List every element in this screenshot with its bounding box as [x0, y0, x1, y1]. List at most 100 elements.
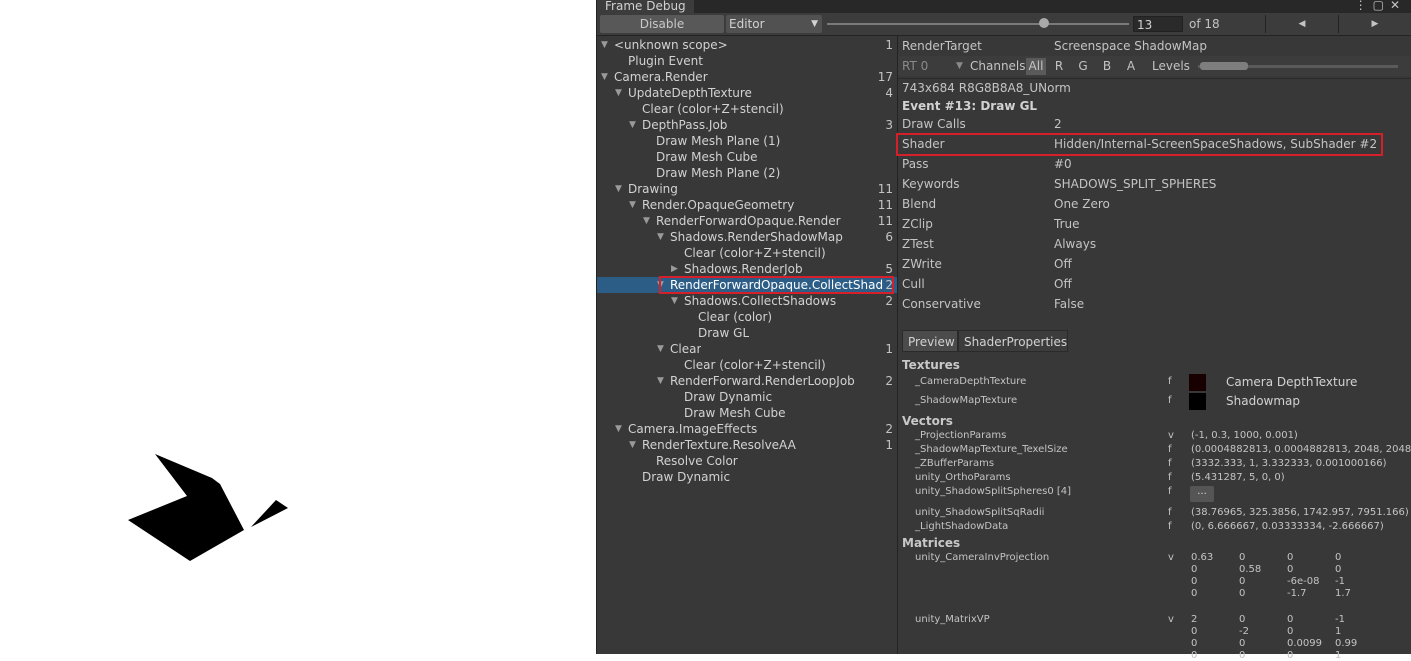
matrix-cell: 0: [1287, 626, 1294, 637]
tree-row[interactable]: Draw Dynamic: [597, 469, 897, 485]
matrices-section-title: Matrices: [902, 536, 961, 550]
tree-row[interactable]: Clear (color+Z+stencil): [597, 101, 897, 117]
tree-row[interactable]: ▼ Shadows.CollectShadows 2: [597, 293, 897, 309]
property-key: Conservative: [902, 297, 981, 311]
tree-row[interactable]: ▼ RenderTexture.ResolveAA 1: [597, 437, 897, 453]
triangle-down-icon[interactable]: ▼: [657, 373, 667, 389]
prev-frame-button[interactable]: ◀: [1265, 15, 1338, 33]
tree-row[interactable]: Draw Dynamic: [597, 389, 897, 405]
tree-row[interactable]: ▶ Shadows.RenderJob 5: [597, 261, 897, 277]
tree-row[interactable]: ▼ Camera.Render 17: [597, 69, 897, 85]
property-value: SHADOWS_SPLIT_SPHERES: [1054, 177, 1217, 191]
tree-row[interactable]: ▼ DepthPass.Job 3: [597, 117, 897, 133]
triangle-down-icon[interactable]: ▼: [671, 293, 681, 309]
target-dropdown[interactable]: Editor ▼: [726, 15, 822, 33]
triangle-down-icon[interactable]: ▼: [601, 37, 611, 53]
tree-row[interactable]: Draw Mesh Cube: [597, 149, 897, 165]
tree-row[interactable]: ▼ RenderForwardOpaque.Render 11: [597, 213, 897, 229]
tree-row-label: Draw Dynamic: [642, 470, 731, 484]
tree-row[interactable]: Clear (color+Z+stencil): [597, 245, 897, 261]
vector-type: f: [1168, 458, 1172, 469]
matrix-cell: -1: [1335, 576, 1345, 587]
tree-row[interactable]: ▼ Render.OpaqueGeometry 11: [597, 197, 897, 213]
tab-preview[interactable]: Preview: [902, 330, 958, 352]
triangle-down-icon[interactable]: ▼: [615, 181, 625, 197]
texture-thumbnail[interactable]: [1189, 393, 1206, 410]
vector-value: (0, 6.666667, 0.03333334, -2.666667): [1191, 521, 1384, 532]
frame-slider-thumb[interactable]: [1039, 18, 1050, 28]
tree-row[interactable]: ▼ Shadows.RenderShadowMap 6: [597, 229, 897, 245]
tree-row[interactable]: ▼ Camera.ImageEffects 2: [597, 421, 897, 437]
vector-name: unity_ShadowSplitSqRadii: [915, 507, 1045, 518]
tree-row-count: 2: [885, 374, 893, 388]
triangle-down-icon[interactable]: ▼: [657, 341, 667, 357]
tree-row[interactable]: Resolve Color: [597, 453, 897, 469]
maximize-icon[interactable]: ▢: [1373, 0, 1390, 12]
triangle-right-icon[interactable]: ▶: [671, 261, 681, 277]
triangle-down-icon[interactable]: ▼: [629, 437, 639, 453]
channel-g[interactable]: G: [1073, 58, 1093, 75]
vector-name: _ZBufferParams: [915, 458, 995, 469]
tree-row-count: 1: [885, 342, 893, 356]
tree-row[interactable]: Draw Mesh Plane (2): [597, 165, 897, 181]
channel-r[interactable]: R: [1049, 58, 1069, 75]
tree-row-count: 1: [885, 438, 893, 452]
texture-thumbnail[interactable]: [1189, 374, 1206, 391]
window-tab-title[interactable]: Frame Debug: [597, 0, 694, 13]
triangle-down-icon[interactable]: ▼: [629, 197, 639, 213]
tree-row[interactable]: ▼ UpdateDepthTexture 4: [597, 85, 897, 101]
triangle-down-icon[interactable]: ▼: [643, 213, 653, 229]
window-controls: ⋮▢✕: [1355, 0, 1406, 12]
tree-row-count: 1: [885, 38, 893, 52]
frame-slider[interactable]: [827, 23, 1129, 25]
matrix-cell: 0.58: [1239, 564, 1262, 575]
texture-format: 743x684 R8G8B8A8_UNorm: [902, 81, 1071, 95]
tree-row-count: 11: [877, 182, 893, 196]
property-value: Off: [1054, 257, 1072, 271]
matrix-cell: 0: [1191, 564, 1198, 575]
matrix-cell: 1: [1335, 626, 1342, 637]
texture-name: _CameraDepthTexture: [915, 376, 1027, 387]
tree-row[interactable]: ▼ Drawing 11: [597, 181, 897, 197]
vector-name: _ShadowMapTexture_TexelSize: [915, 444, 1068, 455]
triangle-down-icon[interactable]: ▼: [657, 229, 667, 245]
channel-a[interactable]: A: [1121, 58, 1141, 75]
property-key: ZWrite: [902, 257, 942, 271]
tree-row[interactable]: ▼ <unknown scope> 1: [597, 37, 897, 53]
array-expand-button[interactable]: ...: [1190, 486, 1214, 502]
tree-row[interactable]: Draw GL: [597, 325, 897, 341]
tree-row-label: Draw GL: [698, 326, 750, 340]
triangle-down-icon[interactable]: ▼: [601, 69, 611, 85]
channel-b[interactable]: B: [1097, 58, 1117, 75]
scene-view: [0, 0, 596, 654]
disable-button[interactable]: Disable: [600, 15, 724, 33]
frame-number-input[interactable]: 13: [1133, 16, 1183, 32]
tree-row-label: Shadows.RenderShadowMap: [670, 230, 843, 244]
triangle-down-icon[interactable]: ▼: [629, 117, 639, 133]
tree-row[interactable]: ▼ Clear 1: [597, 341, 897, 357]
tree-row-label: Shadows.RenderJob: [684, 262, 803, 276]
levels-range-handle[interactable]: [1200, 62, 1248, 70]
close-icon[interactable]: ✕: [1390, 0, 1406, 12]
vector-value: (38.76965, 325.3856, 1742.957, 7951.166): [1191, 507, 1409, 518]
tree-row[interactable]: Draw Mesh Cube: [597, 405, 897, 421]
tab-shader-properties[interactable]: ShaderProperties: [958, 330, 1068, 352]
channel-all[interactable]: All: [1026, 58, 1046, 75]
tree-row[interactable]: Clear (color): [597, 309, 897, 325]
tree-row[interactable]: ▼ RenderForward.RenderLoopJob 2: [597, 373, 897, 389]
triangle-down-icon[interactable]: ▼: [615, 85, 625, 101]
next-frame-button[interactable]: ▶: [1338, 15, 1411, 33]
matrix-cell: 0: [1287, 614, 1294, 625]
matrix-cell: 0: [1239, 588, 1246, 599]
tree-row[interactable]: Draw Mesh Plane (1): [597, 133, 897, 149]
shader-highlight-box: [896, 133, 1383, 156]
tree-row[interactable]: Plugin Event: [597, 53, 897, 69]
vector-type: f: [1168, 521, 1172, 532]
rt-dropdown[interactable]: RT 0 ▼: [902, 58, 964, 74]
triangle-down-icon[interactable]: ▼: [615, 421, 625, 437]
vector-value: (-1, 0.3, 1000, 0.001): [1191, 430, 1298, 441]
more-icon[interactable]: ⋮: [1355, 0, 1373, 12]
tree-row[interactable]: Clear (color+Z+stencil): [597, 357, 897, 373]
matrix-cell: 0: [1239, 576, 1246, 587]
tree-row-label: Clear: [670, 342, 702, 356]
